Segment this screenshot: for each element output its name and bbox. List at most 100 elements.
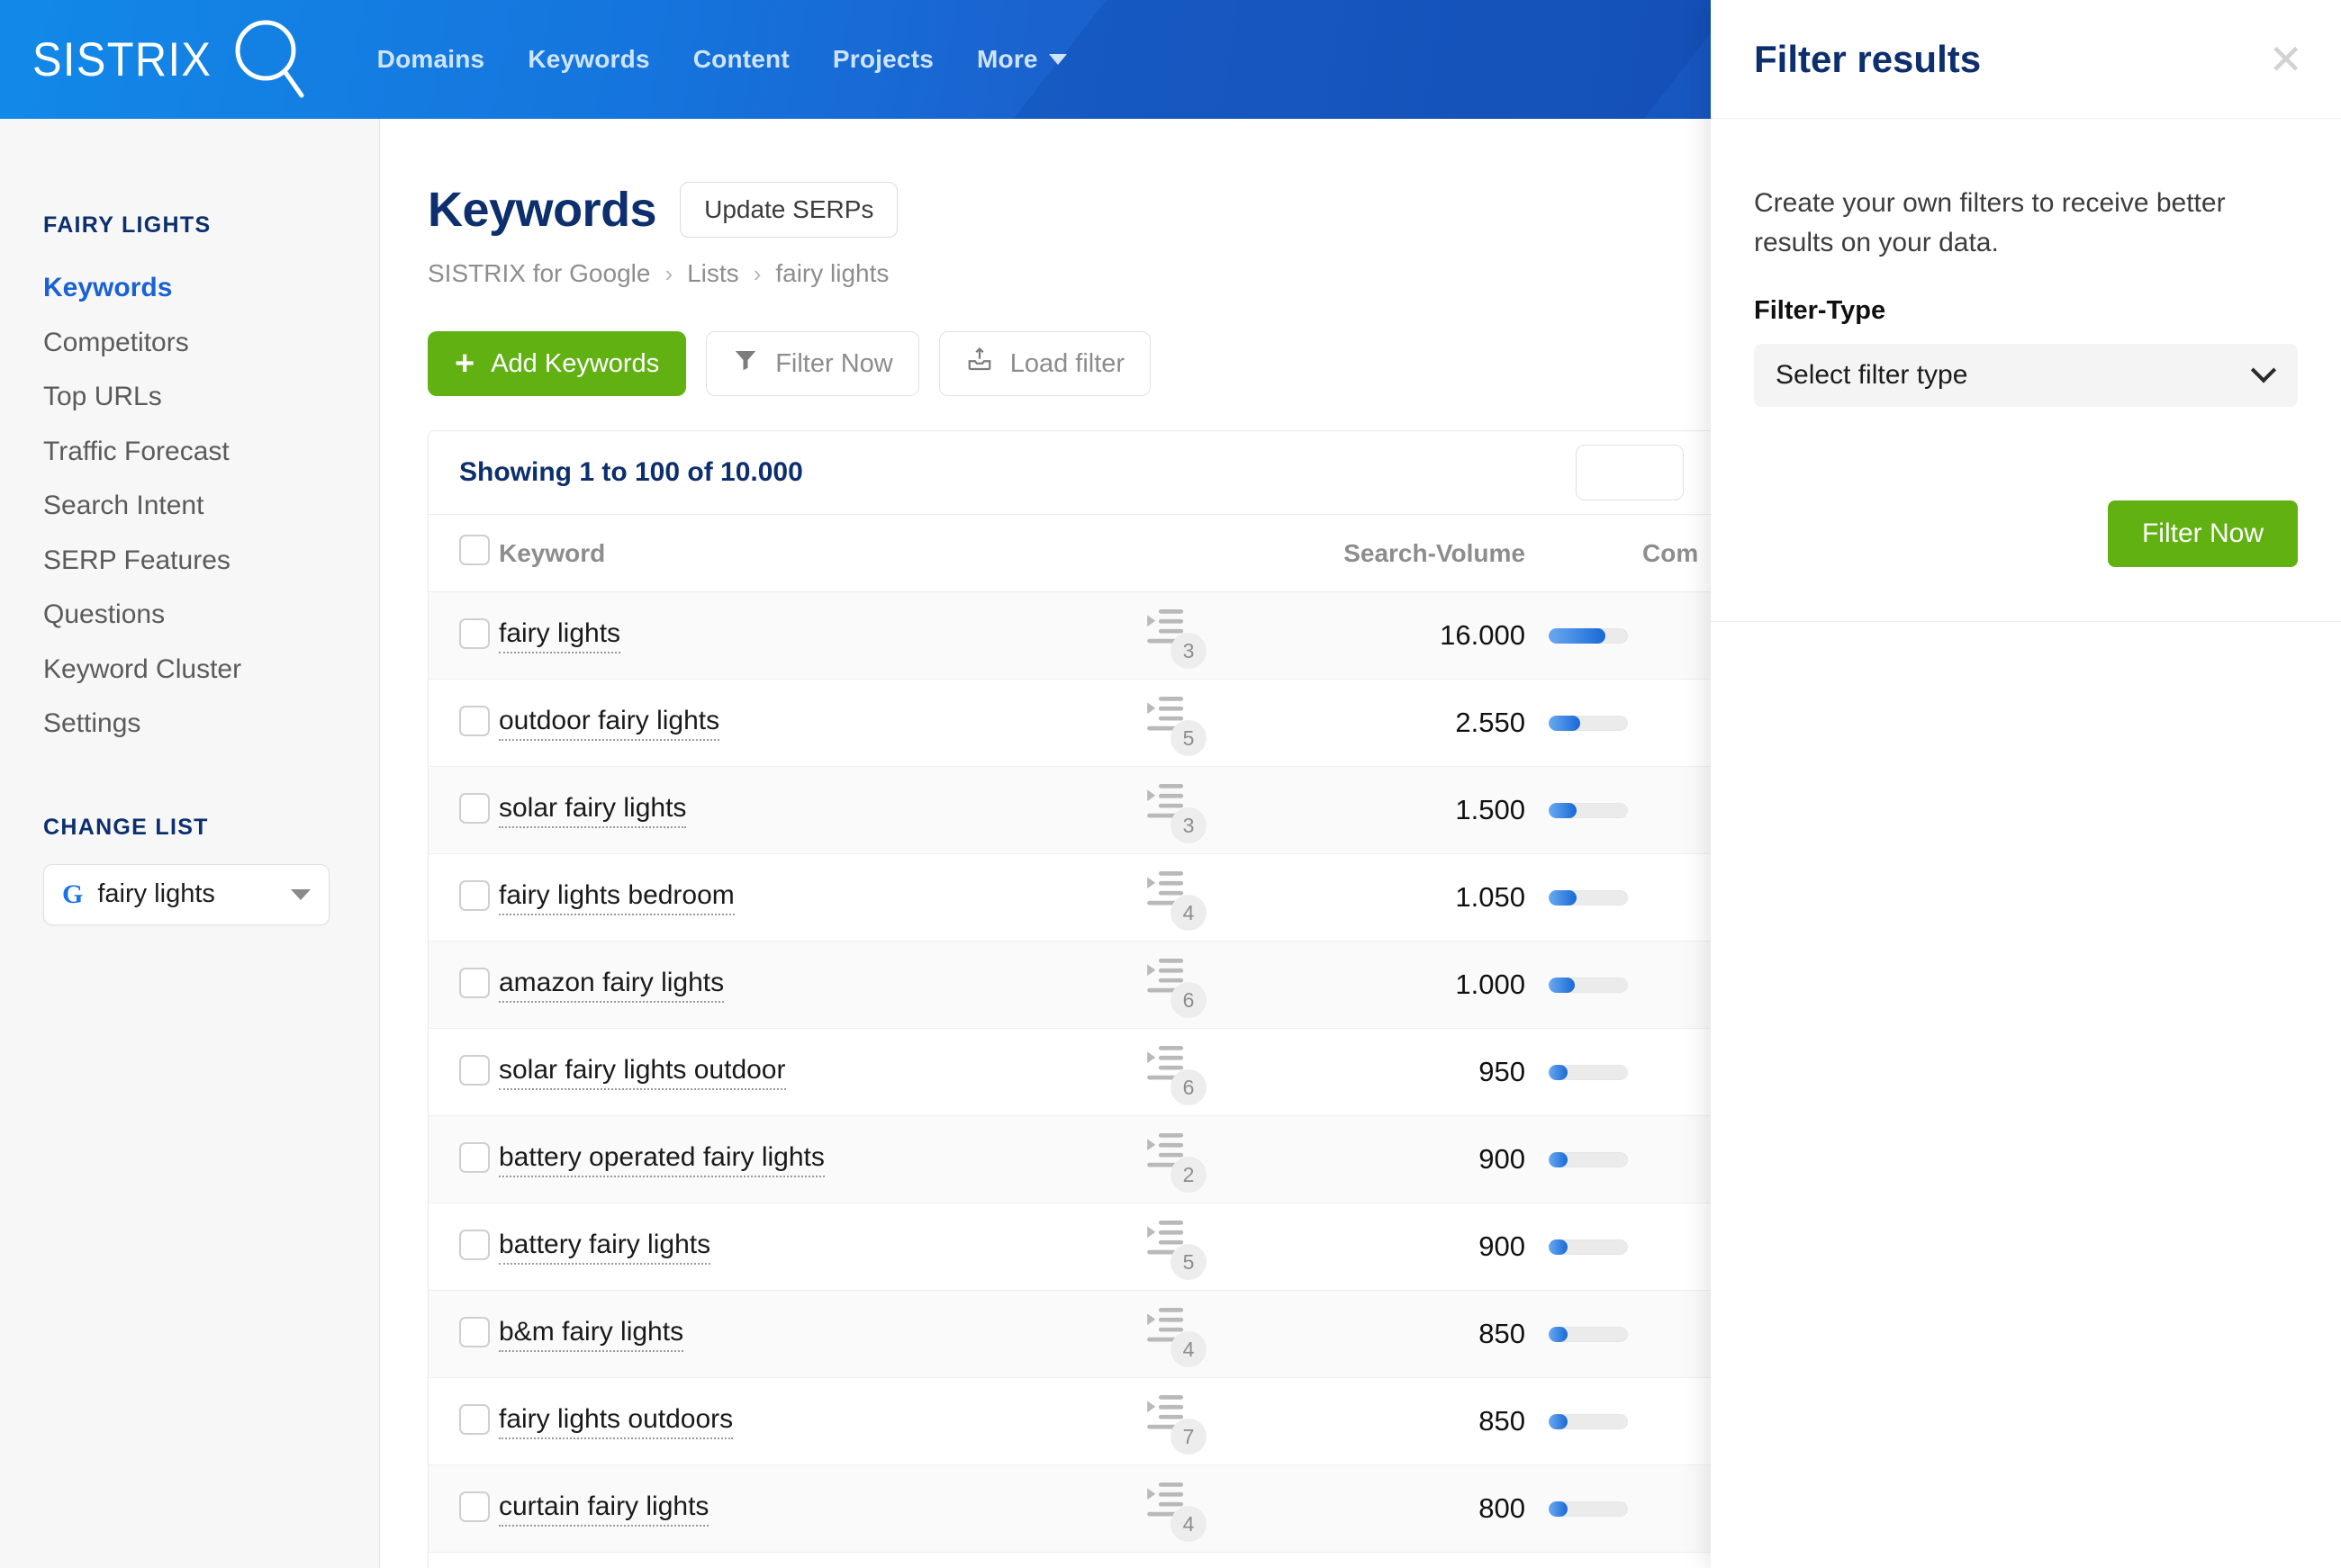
row-checkbox[interactable] xyxy=(459,1403,490,1435)
change-list-select[interactable]: G fairy lights xyxy=(43,863,330,925)
volume-bar-track xyxy=(1549,977,1628,993)
select-all-checkbox[interactable] xyxy=(459,535,490,565)
keyword-cell: outdoor fairy lights xyxy=(499,680,1147,767)
sidebar-item-settings[interactable]: Settings xyxy=(43,707,379,741)
row-checkbox[interactable] xyxy=(459,792,490,824)
nav-item-content[interactable]: Content xyxy=(693,45,790,74)
table-row[interactable]: outdoor fairy lights 5 2.550 xyxy=(429,680,1711,767)
row-checkbox[interactable] xyxy=(459,1141,490,1173)
serp-preview-cell[interactable]: 3 xyxy=(1147,767,1255,854)
serp-preview-cell[interactable]: 4 xyxy=(1147,854,1255,942)
table-row[interactable]: battery fairy lights 5 900 xyxy=(429,1203,1711,1291)
load-filter-button[interactable]: Load filter xyxy=(938,331,1152,396)
filter-type-select[interactable]: Select filter type xyxy=(1754,344,2298,407)
keyword-link[interactable]: outdoor fairy lights xyxy=(499,706,720,741)
serp-preview-cell[interactable]: 5 xyxy=(1147,1203,1255,1291)
table-row[interactable]: led christmas tree fairy lights 750 xyxy=(429,1553,1711,1568)
serp-preview-cell[interactable] xyxy=(1147,1553,1255,1568)
sidebar-item-traffic-forecast[interactable]: Traffic Forecast xyxy=(43,435,379,469)
page-title: Keywords xyxy=(428,183,657,237)
keyword-link[interactable]: fairy lights bedroom xyxy=(499,880,735,915)
table-row[interactable]: fairy lights 3 16.000 xyxy=(429,591,1711,680)
table-row[interactable]: solar fairy lights outdoor 6 950 xyxy=(429,1029,1711,1116)
showing-count: Showing 1 to 100 of 10.000 xyxy=(459,457,803,487)
sidebar-item-search-intent[interactable]: Search Intent xyxy=(43,489,379,523)
table-header-search-volume[interactable]: Search-Volume xyxy=(1255,514,1525,592)
keyword-link[interactable]: battery fairy lights xyxy=(499,1230,711,1265)
search-volume-bar-cell xyxy=(1525,592,1711,680)
sidebar-item-questions[interactable]: Questions xyxy=(43,598,379,632)
row-checkbox[interactable] xyxy=(459,617,490,649)
search-volume-value: 800 xyxy=(1478,1492,1525,1524)
serp-preview-cell[interactable]: 2 xyxy=(1147,1116,1255,1203)
search-volume-value: 1.000 xyxy=(1455,969,1525,1000)
search-volume-value: 750 xyxy=(1255,1553,1525,1568)
table-row[interactable]: battery operated fairy lights 2 900 xyxy=(429,1115,1711,1203)
volume-bar-track xyxy=(1549,802,1628,818)
table-row[interactable]: solar fairy lights 3 1.500 xyxy=(429,766,1711,854)
chevron-down-icon xyxy=(1048,54,1067,65)
table-header-keyword[interactable]: Keyword xyxy=(499,514,1147,592)
keyword-cell: fairy lights outdoors xyxy=(499,1378,1147,1465)
sidebar-item-top-urls[interactable]: Top URLs xyxy=(43,380,379,414)
row-checkbox[interactable] xyxy=(459,967,490,998)
row-checkbox[interactable] xyxy=(459,705,490,736)
row-select-cell xyxy=(429,1291,499,1378)
row-checkbox[interactable] xyxy=(459,1229,490,1260)
panel-body: Create your own filters to receive bette… xyxy=(1711,119,2341,567)
table-search-input[interactable] xyxy=(1576,445,1684,500)
row-checkbox[interactable] xyxy=(459,1054,490,1086)
nav-item-domains[interactable]: Domains xyxy=(377,45,485,74)
keyword-link[interactable]: solar fairy lights outdoor xyxy=(499,1055,786,1090)
serp-preview-cell[interactable]: 6 xyxy=(1147,1029,1255,1116)
keyword-cell: b&m fairy lights xyxy=(499,1291,1147,1378)
sidebar-item-serp-features[interactable]: SERP Features xyxy=(43,544,379,578)
keyword-link[interactable]: amazon fairy lights xyxy=(499,968,725,1003)
breadcrumb-item-root[interactable]: SISTRIX for Google xyxy=(428,259,650,288)
serp-preview-cell[interactable]: 3 xyxy=(1147,592,1255,680)
add-keywords-button[interactable]: + Add Keywords xyxy=(428,331,687,396)
table-row[interactable]: fairy lights bedroom 4 1.050 xyxy=(429,854,1711,942)
serp-preview-cell[interactable]: 5 xyxy=(1147,680,1255,767)
serp-list-icon: 3 xyxy=(1147,784,1210,843)
row-checkbox[interactable] xyxy=(459,1491,490,1522)
table-row[interactable]: b&m fairy lights 4 850 xyxy=(429,1290,1711,1378)
sidebar-item-keywords[interactable]: Keywords xyxy=(43,271,379,305)
sistrix-logo[interactable]: SISTRIX xyxy=(32,14,307,105)
update-serps-button[interactable]: Update SERPs xyxy=(680,182,899,238)
volume-bar-track xyxy=(1549,1064,1628,1080)
keyword-link[interactable]: battery operated fairy lights xyxy=(499,1142,825,1177)
serp-preview-cell[interactable]: 4 xyxy=(1147,1291,1255,1378)
row-checkbox[interactable] xyxy=(459,879,490,911)
nav-item-projects[interactable]: Projects xyxy=(833,45,934,74)
magnifier-icon xyxy=(230,14,307,105)
table-header-competition[interactable]: Com xyxy=(1525,514,1711,592)
nav-item-more[interactable]: More xyxy=(977,45,1067,74)
table-row[interactable]: amazon fairy lights 6 1.000 xyxy=(429,941,1711,1029)
keyword-cell: solar fairy lights outdoor xyxy=(499,1029,1147,1116)
google-g-icon: G xyxy=(62,879,84,909)
sidebar-item-keyword-cluster[interactable]: Keyword Cluster xyxy=(43,653,379,687)
serp-count-badge: 6 xyxy=(1170,1069,1207,1105)
sidebar-item-competitors[interactable]: Competitors xyxy=(43,326,379,360)
row-checkbox[interactable] xyxy=(459,1316,490,1347)
table-header-serp xyxy=(1147,514,1255,592)
table-row[interactable]: curtain fairy lights 4 800 xyxy=(429,1464,1711,1553)
serp-preview-cell[interactable]: 6 xyxy=(1147,942,1255,1029)
keyword-link[interactable]: fairy lights outdoors xyxy=(499,1404,734,1439)
keyword-cell: fairy lights xyxy=(499,592,1147,680)
breadcrumb-item-lists[interactable]: Lists xyxy=(687,259,739,288)
search-volume-bar-cell xyxy=(1525,767,1711,854)
serp-preview-cell[interactable]: 7 xyxy=(1147,1378,1255,1465)
keyword-link[interactable]: b&m fairy lights xyxy=(499,1317,684,1352)
keyword-link[interactable]: fairy lights xyxy=(499,618,621,653)
panel-filter-now-button[interactable]: Filter Now xyxy=(2107,500,2298,567)
filter-now-button[interactable]: Filter Now xyxy=(706,331,919,396)
serp-preview-cell[interactable]: 4 xyxy=(1147,1465,1255,1553)
search-volume-value: 900 xyxy=(1478,1230,1525,1262)
table-row[interactable]: fairy lights outdoors 7 850 xyxy=(429,1378,1711,1465)
keyword-link[interactable]: curtain fairy lights xyxy=(499,1491,710,1527)
close-icon[interactable]: ✕ xyxy=(2268,39,2303,80)
nav-item-keywords[interactable]: Keywords xyxy=(528,45,649,74)
keyword-link[interactable]: solar fairy lights xyxy=(499,793,687,828)
